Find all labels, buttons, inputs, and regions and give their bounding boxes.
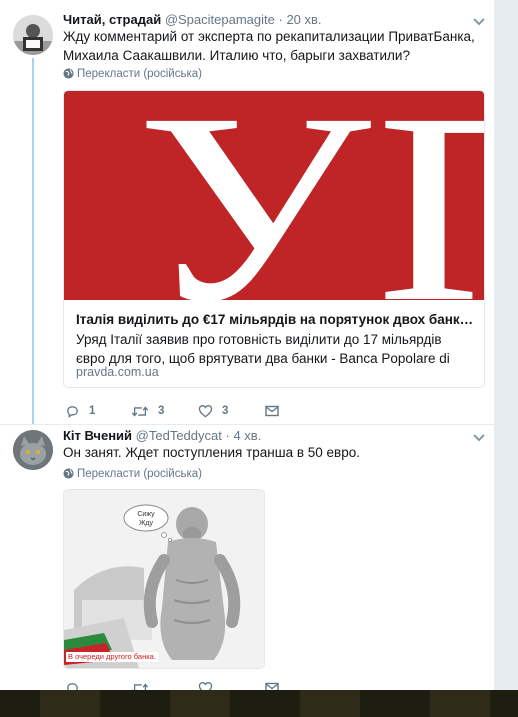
tweet-divider: [0, 424, 494, 425]
reply-icon: [67, 405, 78, 418]
reply-icon: [67, 682, 78, 690]
separator-dot: ·: [278, 12, 283, 27]
retweet-icon: [131, 682, 149, 690]
retweet-count: 3: [158, 405, 165, 417]
tweet-text: Жду комментарий от эксперта по рекапитал…: [63, 29, 475, 63]
direct-message-button[interactable]: [265, 679, 279, 690]
timestamp[interactable]: 4 хв.: [233, 428, 261, 443]
timestamp[interactable]: 20 хв.: [286, 12, 321, 27]
card-domain: pravda.com.ua: [76, 365, 159, 379]
direct-message-button[interactable]: [265, 402, 279, 420]
cat-avatar-image: [13, 430, 53, 470]
card-description: Уряд Італії заявив про готовність виділи…: [76, 332, 450, 366]
tweet-header: Кіт Вчений @TedTeddycat · 4 хв.: [63, 428, 261, 444]
background-pattern: [170, 690, 230, 717]
globe-icon: [63, 68, 74, 79]
tweet-header: Читай, страдай @Spacitepamagite · 20 хв.: [63, 12, 322, 28]
like-button[interactable]: 3: [198, 402, 228, 420]
page-background-strip: [0, 690, 518, 717]
avatar-image: [13, 15, 53, 55]
display-name[interactable]: Кіт Вчений: [63, 428, 132, 443]
reply-button[interactable]: 1: [65, 402, 95, 420]
reply-button[interactable]: [65, 679, 80, 690]
retweet-button[interactable]: 3: [131, 402, 164, 420]
thread-line: [32, 58, 34, 424]
envelope-icon: [265, 405, 279, 417]
display-name[interactable]: Читай, страдай: [63, 12, 161, 27]
tweet-text: Он занят. Ждет поступления транша в 50 е…: [63, 445, 360, 460]
media-caption: В очереди другого банка.: [66, 652, 158, 662]
card-image: УП: [64, 91, 484, 300]
background-pattern: [40, 690, 100, 717]
heart-icon: [198, 405, 213, 418]
like-button[interactable]: [198, 679, 213, 690]
tweet-media-photo[interactable]: Сижу Жду В очереди другого банка.: [63, 489, 265, 669]
reply-count: 1: [89, 405, 96, 417]
heart-icon: [198, 682, 213, 690]
globe-icon: [63, 468, 74, 479]
translate-link[interactable]: Перекласти (російська): [63, 467, 202, 481]
up-logo: УП: [136, 91, 484, 300]
translate-link[interactable]: Перекласти (російська): [63, 67, 202, 81]
tweet-actions: 1 3 3: [63, 402, 323, 420]
envelope-icon: [265, 682, 279, 690]
like-count: 3: [222, 405, 229, 417]
background-pattern: [430, 690, 490, 717]
bubble-text-2: Жду: [139, 520, 154, 527]
avatar[interactable]: [13, 15, 53, 55]
tweet-actions: [63, 679, 323, 690]
retweet-button[interactable]: [131, 679, 149, 690]
creature-photo: Сижу Жду: [64, 490, 264, 668]
avatar[interactable]: [13, 430, 53, 470]
timeline-card: Читай, страдай @Spacitepamagite · 20 хв.…: [0, 0, 494, 690]
user-handle[interactable]: @TedTeddycat: [136, 428, 222, 443]
user-handle[interactable]: @Spacitepamagite: [165, 12, 275, 27]
separator-dot: ·: [225, 428, 230, 443]
translate-label: Перекласти (російська): [77, 468, 202, 480]
bubble-text-1: Сижу: [137, 511, 155, 518]
translate-label: Перекласти (російська): [77, 68, 202, 80]
link-preview-card[interactable]: УП Італія виділить до €17 мільярдів на п…: [63, 90, 485, 388]
background-pattern: [300, 690, 360, 717]
card-title: Італія виділить до €17 мільярдів на поря…: [76, 312, 474, 327]
retweet-icon: [131, 405, 149, 417]
